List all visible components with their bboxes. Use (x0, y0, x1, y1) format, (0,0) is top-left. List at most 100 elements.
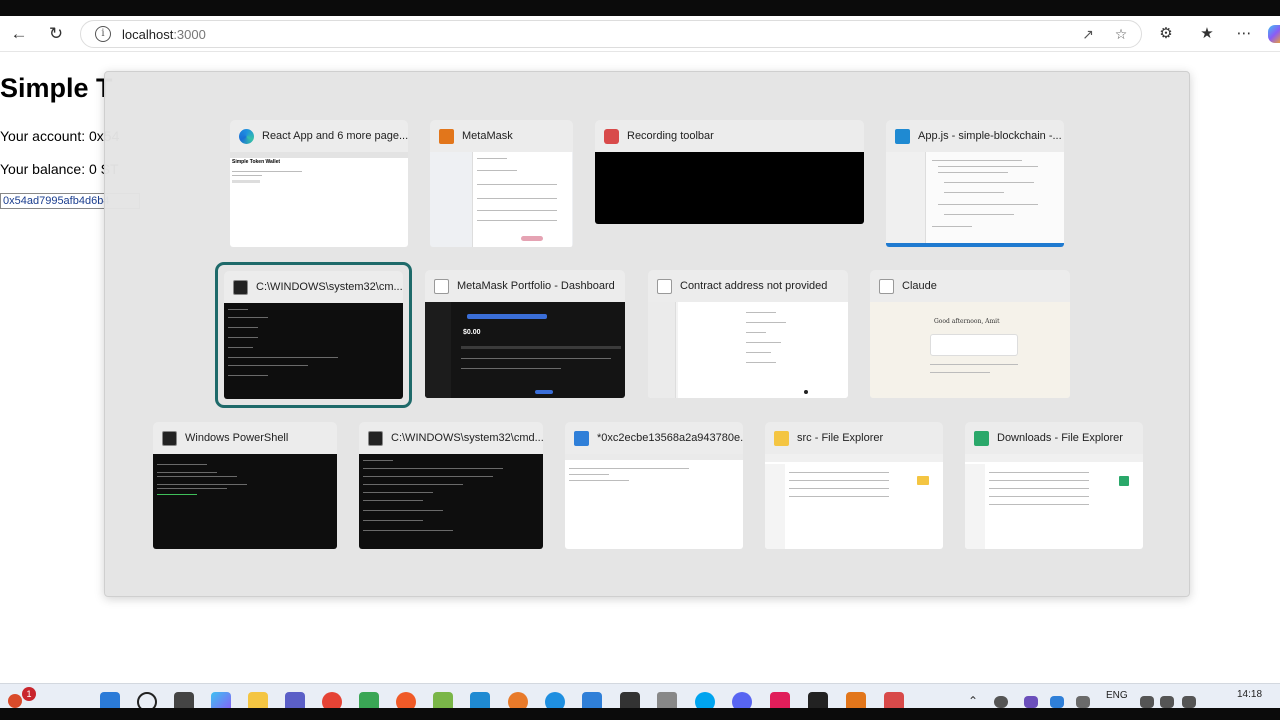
top-black-strip (0, 0, 1280, 16)
window-src-explorer[interactable]: src - File Explorer (765, 422, 943, 549)
window-header: Downloads - File Explorer (965, 422, 1143, 454)
window-title: src - File Explorer (797, 432, 884, 444)
folder-icon (774, 430, 789, 446)
edge-icon (239, 128, 254, 144)
window-title: MetaMask Portfolio - Dashboard (457, 280, 615, 292)
window-vscode[interactable]: App.js - simple-blockchain -... (886, 120, 1064, 247)
window-title: C:\WINDOWS\system32\cmd.... (391, 432, 543, 444)
window-cmd-2[interactable]: C:\WINDOWS\system32\cmd.... (359, 422, 543, 549)
info-icon[interactable]: i (95, 26, 111, 42)
window-header: Claude (870, 270, 1070, 302)
window-thumbnail (224, 303, 403, 399)
address-bar[interactable]: i localhost:3000 ↗ ☆ (80, 20, 1142, 48)
window-header: MetaMask Portfolio - Dashboard (425, 270, 625, 302)
window-thumbnail (153, 454, 337, 549)
window-recording-toolbar[interactable]: Recording toolbar (595, 120, 864, 224)
more-icon[interactable]: ⋯ (1234, 24, 1254, 44)
window-title: Windows PowerShell (185, 432, 289, 444)
window-title: Claude (902, 280, 937, 292)
window-thumbnail (765, 454, 943, 549)
window-thumbnail (595, 152, 864, 224)
metamask-icon (439, 128, 454, 144)
window-thumbnail (648, 302, 848, 398)
url-host: localhost (122, 27, 174, 42)
language-indicator[interactable]: ENG (1106, 690, 1128, 701)
thumb-claude-greeting: Good afternoon, Amit (934, 318, 1000, 325)
window-thumbnail (430, 152, 573, 247)
vscode-icon (895, 128, 910, 144)
window-thumbnail (886, 152, 1064, 247)
window-title: Downloads - File Explorer (997, 432, 1123, 444)
cmd-icon (368, 430, 383, 446)
window-metamask-portfolio[interactable]: MetaMask Portfolio - Dashboard $0.00 (425, 270, 625, 398)
window-title: *0xc2ecbe13568a2a943780e... (597, 432, 743, 444)
window-header: MetaMask (430, 120, 573, 152)
thumb-metamask-balance: $0.00 (463, 329, 481, 336)
clock-time[interactable]: 14:18 (1237, 689, 1262, 700)
account-text: Your account: 0x54 (0, 128, 120, 144)
window-header: Contract address not provided (648, 270, 848, 302)
back-arrow-icon[interactable]: ← (7, 22, 31, 46)
refresh-icon[interactable]: ↻ (44, 22, 68, 46)
window-header: C:\WINDOWS\system32\cm... (224, 271, 403, 303)
browser-tab-icon (657, 278, 672, 294)
window-title: App.js - simple-blockchain -... (918, 130, 1062, 142)
wifi-icon[interactable] (1140, 696, 1154, 708)
window-thumbnail: $0.00 (425, 302, 625, 398)
window-header: React App and 6 more page... (230, 120, 408, 152)
star-icon[interactable]: ☆ (1112, 26, 1130, 44)
alt-tab-switcher: React App and 6 more page... Simple Toke… (104, 71, 1190, 597)
volume-icon[interactable] (1160, 696, 1174, 708)
chevron-up-icon[interactable]: ⌃ (968, 694, 978, 708)
window-thumbnail (565, 454, 743, 549)
extensions-icon[interactable]: ⚙ (1156, 24, 1176, 44)
window-claude[interactable]: Claude Good afternoon, Amit (870, 270, 1070, 398)
open-in-app-icon[interactable]: ↗ (1079, 26, 1097, 44)
window-thumbnail (965, 454, 1143, 549)
cloud-icon[interactable] (994, 696, 1008, 708)
window-title: Recording toolbar (627, 130, 714, 142)
notepad-icon (574, 430, 589, 446)
window-title: MetaMask (462, 130, 513, 142)
window-title: Contract address not provided (680, 280, 828, 292)
window-thumbnail: Simple Token Wallet (230, 152, 408, 247)
window-powershell[interactable]: Windows PowerShell (153, 422, 337, 549)
window-title: C:\WINDOWS\system32\cm... (256, 281, 403, 293)
microphone-icon[interactable] (1076, 696, 1090, 708)
weather-icon[interactable] (8, 694, 22, 708)
copilot-icon[interactable] (1268, 25, 1280, 43)
window-header: Windows PowerShell (153, 422, 337, 454)
battery-icon[interactable] (1182, 696, 1196, 708)
window-react-app[interactable]: React App and 6 more page... Simple Toke… (230, 120, 408, 247)
browser-tab-icon (434, 278, 449, 294)
window-notepad[interactable]: *0xc2ecbe13568a2a943780e... (565, 422, 743, 549)
window-header: App.js - simple-blockchain -... (886, 120, 1064, 152)
bottom-black-strip (0, 708, 1280, 720)
window-metamask[interactable]: MetaMask (430, 120, 573, 247)
window-header: *0xc2ecbe13568a2a943780e... (565, 422, 743, 454)
recording-icon (604, 128, 619, 144)
thumb-react-app-heading: Simple Token Wallet (232, 159, 281, 165)
window-header: Recording toolbar (595, 120, 864, 152)
url-text[interactable]: localhost:3000 (122, 27, 206, 42)
window-title: React App and 6 more page... (262, 130, 408, 142)
tray-app-icon[interactable] (1024, 696, 1038, 708)
downloads-folder-icon (974, 430, 989, 446)
window-header: src - File Explorer (765, 422, 943, 454)
balance-text: Your balance: 0 ST (0, 161, 119, 177)
window-downloads-explorer[interactable]: Downloads - File Explorer (965, 422, 1143, 549)
window-cmd-focused[interactable]: C:\WINDOWS\system32\cm... (215, 262, 412, 408)
url-port: :3000 (173, 27, 206, 42)
window-header: C:\WINDOWS\system32\cmd.... (359, 422, 543, 454)
notification-badge: 1 (22, 687, 36, 701)
page-title: Simple T (0, 73, 113, 103)
favorites-icon[interactable]: ★ (1197, 24, 1217, 44)
window-contract-address[interactable]: Contract address not provided (648, 270, 848, 398)
powershell-icon (162, 430, 177, 446)
window-thumbnail: Good afternoon, Amit (870, 302, 1070, 398)
browser-tab-icon (879, 278, 894, 294)
cmd-icon (233, 279, 248, 295)
defender-icon[interactable] (1050, 696, 1064, 708)
window-thumbnail (359, 454, 543, 549)
browser-toolbar: ← ↻ i localhost:3000 ↗ ☆ ⚙ ★ ⋯ (0, 16, 1280, 52)
